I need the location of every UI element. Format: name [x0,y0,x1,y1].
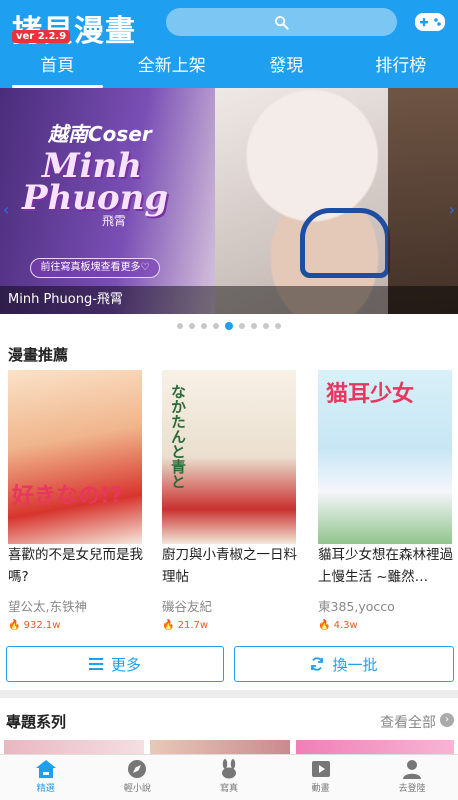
user-icon [403,760,422,779]
view-count-value: 932.1w [23,620,61,631]
nav-label: 去登陸 [398,784,426,794]
recommend-section: 漫畫推薦 好きなの!? なかたんと青と 猫耳少女 喜歡的不是女兒而是我嗎? 廚刀… [0,338,458,690]
section-title: 專題系列 [6,713,67,731]
pagination-dot[interactable] [177,323,183,329]
tab-home[interactable]: 首頁 [0,46,115,88]
comic-cover[interactable]: 猫耳少女 [318,370,452,544]
pagination-dot[interactable] [239,323,245,329]
top-tabs: 首頁 全新上架 發現 排行榜 [0,46,458,88]
nav-label: 動畫 [311,784,330,794]
app-header: 拷貝漫畫 ver 2.2.9 首頁 全新上架 發現 排行榜 [0,0,458,88]
nav-item-anime[interactable]: 動畫 [275,755,367,800]
view-count: 🔥 4.3w [318,620,358,631]
cover-title: 好きなの!? [12,484,123,509]
fire-icon: 🔥 [318,620,331,631]
comic-title[interactable]: 喜歡的不是女兒而是我嗎? [8,544,148,588]
nav-label: 寫真 [219,784,238,794]
search-icon [274,15,289,30]
comic-cover[interactable]: 好きなの!? [8,370,142,544]
more-button-label: 更多 [110,655,141,674]
view-count-value: 4.3w [333,620,358,631]
nav-item-featured[interactable]: 精選 [0,755,92,800]
comic-cover[interactable]: なかたんと青と [162,370,296,544]
nav-label: 精選 [36,784,55,794]
pagination-dot[interactable] [251,323,257,329]
section-title: 漫畫推薦 [8,346,69,364]
comic-author: 望公太,东铁神 [8,599,87,614]
nav-item-photos[interactable]: 寫真 [183,755,275,800]
banner-subtitle: 飛霄 [102,214,127,228]
fire-icon: 🔥 [162,620,175,631]
topic-section: 專題系列 查看全部 › [0,698,458,756]
tab-discover[interactable]: 發現 [229,46,344,88]
bottom-nav: 精選 輕小說 寫真 動畫 去登陸 [0,754,458,800]
pagination-dot[interactable] [201,323,207,329]
pagination-dot-active[interactable] [225,322,233,330]
banner-costume-shape [300,208,390,278]
gamepad-icon[interactable] [414,10,446,34]
banner-background-shelf [388,88,458,314]
nav-label: 輕小說 [123,784,151,794]
app-logo: 拷貝漫畫 [12,14,136,49]
view-count: 🔥 932.1w [8,620,60,631]
nav-item-novels[interactable]: 輕小說 [92,755,184,800]
cover-title: なかたんと青と [169,384,187,489]
view-count: 🔥 21.7w [162,620,208,631]
search-bar[interactable] [166,8,397,36]
view-all-link[interactable]: 查看全部 [380,712,436,732]
pagination-dot[interactable] [263,323,269,329]
home-icon [35,760,56,778]
banner-coser-label: 越南Coser [48,122,152,146]
tab-new[interactable]: 全新上架 [115,46,230,88]
banner-caption: Minh Phuong-飛霄 [0,286,458,314]
comic-author: 磯谷友紀 [162,599,213,614]
comic-title[interactable]: 貓耳少女想在森林裡過上慢生活 ~雖然… [318,544,458,588]
more-button[interactable]: 更多 [6,646,224,682]
fire-icon: 🔥 [8,620,21,631]
banner-next-icon[interactable]: › [449,200,455,219]
version-badge: ver 2.2.9 [12,30,71,43]
bunny-icon [221,759,236,779]
menu-icon [88,658,103,670]
cover-title: 猫耳少女 [326,382,415,407]
banner-cta-button[interactable]: 前往寫真板塊查看更多♡ [30,258,160,278]
tab-ranking[interactable]: 排行榜 [344,46,458,88]
chevron-right-icon[interactable]: › [440,713,454,727]
view-count-value: 21.7w [177,620,209,631]
refresh-button-label: 換一批 [332,655,378,674]
refresh-icon [311,657,324,671]
banner-prev-icon[interactable]: ‹ [3,200,9,219]
pagination-dot[interactable] [213,323,219,329]
banner-pagination [0,314,458,338]
pagination-dot[interactable] [275,323,281,329]
banner-name-line2: Phuong [22,178,169,218]
nav-item-login[interactable]: 去登陸 [366,755,458,800]
comic-author: 東385,yocco [318,599,395,614]
play-icon [311,761,330,777]
comic-title[interactable]: 廚刀與小青椒之一日料理帖 [162,544,302,588]
compass-icon [128,760,147,778]
refresh-button[interactable]: 換一批 [234,646,454,682]
pagination-dot[interactable] [189,323,195,329]
